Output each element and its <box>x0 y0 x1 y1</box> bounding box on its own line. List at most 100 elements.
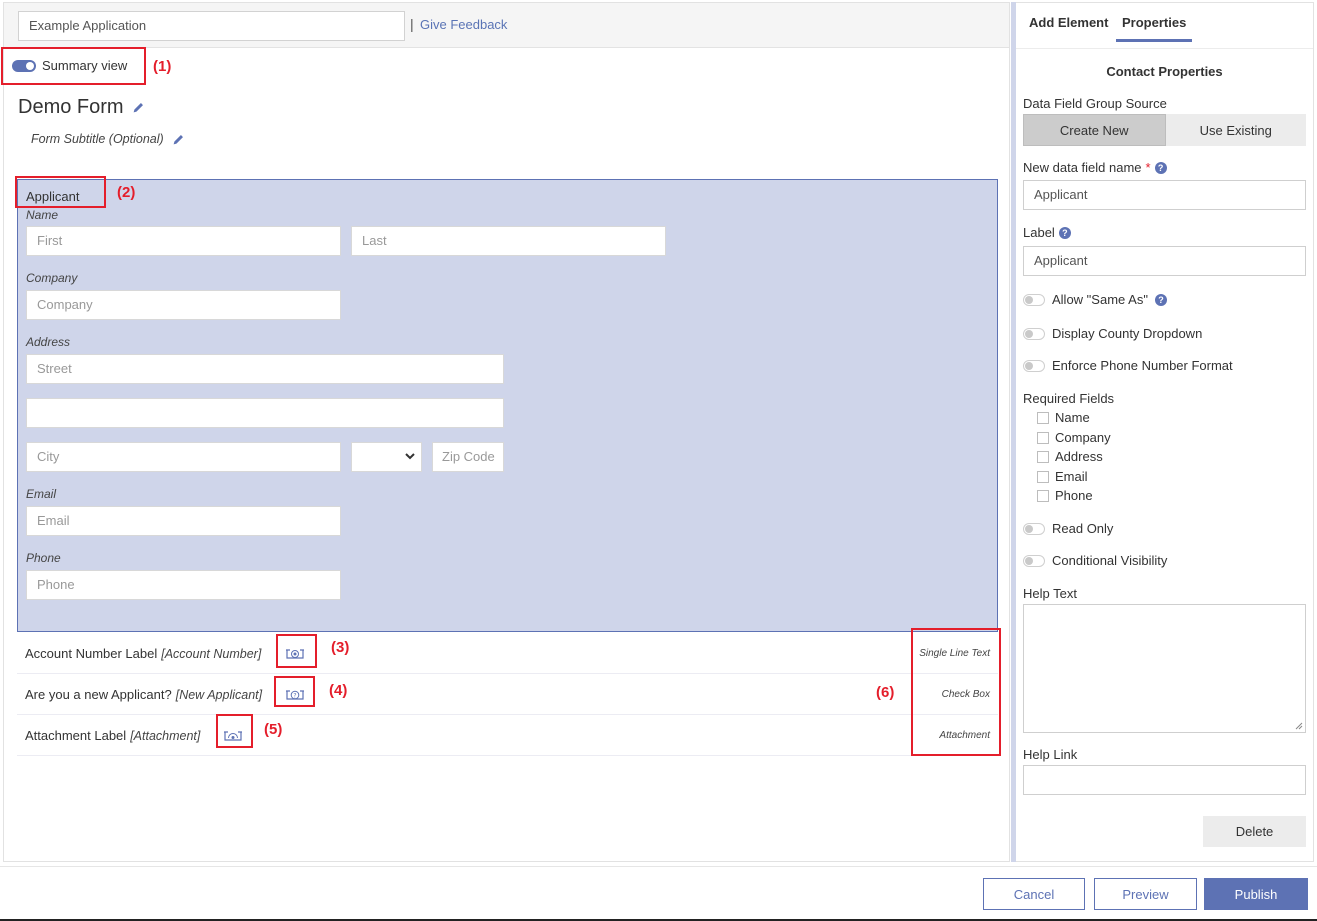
edit-pencil-icon[interactable] <box>132 101 145 114</box>
help-link-input[interactable] <box>1023 765 1306 795</box>
cancel-button[interactable]: Cancel <box>983 878 1085 910</box>
checkbox[interactable] <box>1037 450 1049 463</box>
first-name-input[interactable]: First <box>26 226 341 256</box>
form-subtitle: Form Subtitle (Optional) <box>31 132 185 146</box>
state-select[interactable] <box>351 442 422 472</box>
toggle-label: Read Only <box>1052 521 1114 536</box>
toggle-switch-off[interactable] <box>1023 293 1045 306</box>
city-input[interactable]: City <box>26 442 341 472</box>
help-text-label: Help Text <box>1023 586 1077 601</box>
checkbox[interactable] <box>1037 411 1049 424</box>
edit-pencil-icon[interactable] <box>172 133 185 146</box>
panel-tabs: Add Element Properties <box>1016 3 1313 49</box>
new-data-field-name-input[interactable]: Applicant <box>1023 180 1306 210</box>
checkbox[interactable] <box>1037 431 1049 444</box>
tab-properties[interactable]: Properties <box>1115 15 1193 42</box>
email-label: Email <box>26 487 57 501</box>
form-title-text: Demo Form <box>18 96 124 118</box>
required-company-checkbox[interactable]: Company <box>1037 430 1111 445</box>
checkbox-label: Email <box>1055 469 1088 484</box>
field-row-label: Attachment Label [Attachment] <box>25 728 201 743</box>
application-name-input[interactable]: Example Application <box>18 11 405 41</box>
create-new-option[interactable]: Create New <box>1023 114 1166 146</box>
field-type-label: Attachment <box>939 730 990 741</box>
display-county-dropdown-toggle[interactable]: Display County Dropdown <box>1023 326 1202 341</box>
properties-panel: Add Element Properties Contact Propertie… <box>1016 2 1314 862</box>
checkbox[interactable] <box>1037 470 1049 483</box>
phone-input[interactable]: Phone <box>26 570 341 600</box>
checkbox[interactable] <box>1037 489 1049 502</box>
annotation-label-5: (5) <box>264 721 283 738</box>
toggle-label: Allow "Same As" <box>1052 292 1148 307</box>
toggle-switch-off[interactable] <box>1023 522 1045 535</box>
required-phone-checkbox[interactable]: Phone <box>1037 488 1093 503</box>
annotation-label-6: (6) <box>876 684 895 701</box>
required-email-checkbox[interactable]: Email <box>1037 469 1088 484</box>
phone-label: Phone <box>26 551 61 565</box>
toggle-switch-off[interactable] <box>1023 327 1045 340</box>
question-field-icon[interactable]: ? <box>285 687 305 701</box>
field-type-label: Single Line Text <box>919 648 990 659</box>
delete-button[interactable]: Delete <box>1203 816 1306 847</box>
annotation-label-4: (4) <box>329 682 348 699</box>
help-icon[interactable]: ? <box>1154 293 1167 306</box>
resize-handle-icon[interactable] <box>1295 722 1303 730</box>
annotation-label-2: (2) <box>117 184 136 201</box>
chevron-down-icon <box>405 453 415 460</box>
conditional-visibility-toggle[interactable]: Conditional Visibility <box>1023 553 1167 568</box>
required-marker: * <box>1145 160 1151 175</box>
preview-button[interactable]: Preview <box>1094 878 1197 910</box>
applicant-contact-block[interactable]: Applicant Name First Last Company Compan… <box>17 179 998 632</box>
panel-heading: Contact Properties <box>1106 64 1223 79</box>
required-name-checkbox[interactable]: Name <box>1037 410 1090 425</box>
data-field-group-source-label: Data Field Group Source <box>1023 96 1167 111</box>
data-field-group-source-toggle: Create New Use Existing <box>1023 114 1306 146</box>
toggle-switch-off[interactable] <box>1023 554 1045 567</box>
field-type-label: Check Box <box>941 689 990 700</box>
label-text: Label <box>1023 225 1055 240</box>
street-line-2-input[interactable] <box>26 398 504 428</box>
use-existing-option[interactable]: Use Existing <box>1165 114 1306 146</box>
last-name-input[interactable]: Last <box>351 226 666 256</box>
help-icon[interactable]: ? <box>1154 161 1167 174</box>
enforce-phone-format-toggle[interactable]: Enforce Phone Number Format <box>1023 358 1233 373</box>
contact-block-title: Applicant <box>26 189 80 204</box>
company-input[interactable]: Company <box>26 290 341 320</box>
summary-view-label: Summary view <box>42 58 128 73</box>
form-title: Demo Form <box>18 96 145 119</box>
field-row-label: Are you a new Applicant? [New Applicant] <box>25 687 263 702</box>
toggle-switch-on[interactable] <box>12 59 36 72</box>
allow-same-as-toggle[interactable]: Allow "Same As" ? <box>1023 292 1167 307</box>
label-text: New data field name <box>1023 160 1142 175</box>
checkbox-label: Phone <box>1055 488 1093 503</box>
tab-add-element[interactable]: Add Element <box>1029 15 1108 30</box>
annotation-label-3: (3) <box>331 639 350 656</box>
form-builder: Example Application | Give Feedback Summ… <box>0 0 1317 921</box>
toggle-switch-off[interactable] <box>1023 359 1045 372</box>
publish-button[interactable]: Publish <box>1204 878 1308 910</box>
name-label: Name <box>26 208 59 222</box>
toggle-label: Display County Dropdown <box>1052 326 1203 341</box>
read-only-toggle[interactable]: Read Only <box>1023 521 1113 536</box>
summary-field-icon[interactable] <box>285 646 305 660</box>
summary-view-toggle[interactable]: Summary view <box>12 58 127 73</box>
checkbox-label: Company <box>1055 430 1111 445</box>
help-icon[interactable]: ? <box>1058 226 1071 239</box>
new-data-field-name-label: New data field name * ? <box>1023 160 1167 175</box>
field-row-attachment[interactable]: Attachment Label [Attachment] Attachment <box>17 716 998 756</box>
street-input[interactable]: Street <box>26 354 504 384</box>
field-row-account-number[interactable]: Account Number Label [Account Number] Sin… <box>17 634 998 674</box>
give-feedback-link[interactable]: Give Feedback <box>420 17 507 32</box>
field-row-new-applicant[interactable]: Are you a new Applicant? [New Applicant] … <box>17 675 998 715</box>
form-subtitle-text: Form Subtitle (Optional) <box>31 132 164 146</box>
toggle-label: Conditional Visibility <box>1052 553 1168 568</box>
help-text-textarea[interactable] <box>1023 604 1306 733</box>
attachment-field-icon[interactable] <box>223 728 243 742</box>
label-input[interactable]: Applicant <box>1023 246 1306 276</box>
email-input[interactable]: Email <box>26 506 341 536</box>
zip-code-input[interactable]: Zip Code <box>432 442 504 472</box>
required-fields-label: Required Fields <box>1023 391 1115 406</box>
checkbox-label: Address <box>1055 449 1103 464</box>
required-address-checkbox[interactable]: Address <box>1037 449 1103 464</box>
address-label: Address <box>26 335 71 349</box>
